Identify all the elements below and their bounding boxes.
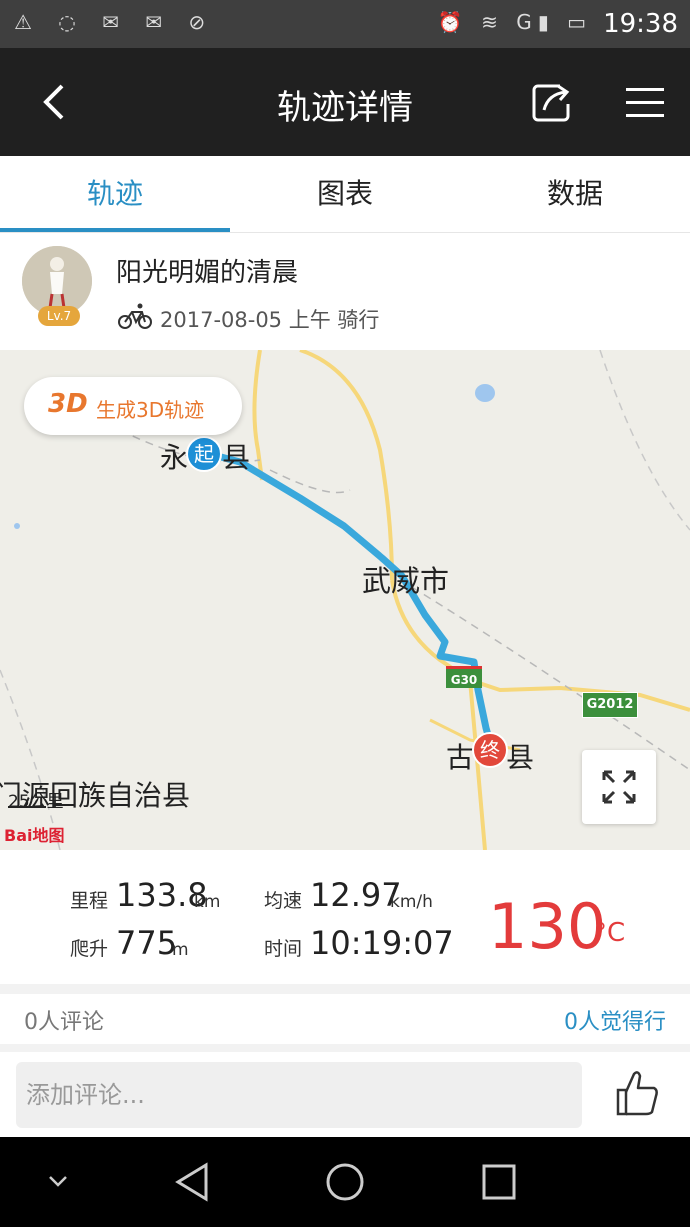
home-nav-button[interactable] xyxy=(320,1157,370,1207)
tab-bar: 轨迹 图表 数据 xyxy=(0,156,690,233)
climb-label: 爬升 xyxy=(70,938,109,960)
tab-chart[interactable]: 图表 xyxy=(230,156,460,232)
generate-3d-label: 生成3D轨迹 xyxy=(96,398,205,422)
speed-unit: km/h xyxy=(390,892,433,912)
distance-label: 里程 xyxy=(70,890,109,912)
system-nav-bar xyxy=(0,1137,690,1227)
tab-data[interactable]: 数据 xyxy=(460,156,690,232)
speed-label: 均速 xyxy=(264,890,303,912)
3d-icon: 3D xyxy=(48,389,88,419)
clock: 19:38 xyxy=(603,9,678,39)
generate-3d-track-button[interactable]: 3D 生成3D轨迹 xyxy=(24,377,242,435)
time-label: 时间 xyxy=(264,938,303,960)
page-title: 轨迹详情 xyxy=(277,88,413,128)
notification-icons: ⚠ ◌ ✉ ✉ ⊘ xyxy=(14,10,216,34)
temperature-unit: °C xyxy=(594,918,626,948)
time-value: 10:19:07 xyxy=(310,924,454,962)
comment-input[interactable]: 添加评论... xyxy=(16,1062,582,1128)
map-scale-label: 25公里 xyxy=(8,792,64,812)
start-marker[interactable]: 起 xyxy=(186,436,222,472)
divider xyxy=(0,984,690,994)
ride-period: 上午 xyxy=(288,308,331,332)
map-scale-bar xyxy=(8,806,46,808)
label-start-city: 永 xyxy=(160,441,189,474)
comment-count[interactable]: 0人评论 xyxy=(24,1004,104,1036)
ride-activity: 骑行 xyxy=(337,308,380,332)
end-marker[interactable]: 终 xyxy=(472,732,508,768)
level-badge: Lv.7 xyxy=(38,306,80,326)
speed-value: 12.97 xyxy=(310,876,402,914)
bicycle-icon xyxy=(118,303,152,329)
tab-indicator xyxy=(0,228,230,232)
climb-unit: m xyxy=(172,940,189,960)
expand-icon xyxy=(602,770,636,804)
recents-nav-button[interactable] xyxy=(474,1157,524,1207)
ride-date: 2017-08-05 xyxy=(160,308,283,332)
label-city: 武威市 xyxy=(362,564,450,598)
label-start-suffix: 县 xyxy=(222,441,251,474)
like-count[interactable]: 0人觉得行 xyxy=(564,1004,666,1036)
menu-icon[interactable] xyxy=(626,86,664,120)
road-sign-g2012: G2012 xyxy=(582,692,638,718)
road-sign-g30: G30 xyxy=(446,666,482,688)
climb-value: 775 xyxy=(116,924,178,962)
temperature-value: 130 xyxy=(488,890,607,963)
baidu-map-logo: Bai地图 xyxy=(4,826,65,845)
label-end-city: 古 xyxy=(446,741,475,774)
distance-unit: km xyxy=(194,892,221,912)
signal-icons: ⏰ ≋ G▮ ▭ xyxy=(437,10,592,34)
fullscreen-button[interactable] xyxy=(582,750,656,824)
status-bar: ⚠ ◌ ✉ ✉ ⊘ ⏰ ≋ G▮ ▭ 19:38 xyxy=(0,0,690,48)
hide-nav-button[interactable] xyxy=(40,1157,80,1207)
thumbs-up-icon[interactable] xyxy=(614,1068,660,1118)
username[interactable]: 阳光明媚的清晨 xyxy=(116,252,298,289)
back-nav-button[interactable] xyxy=(168,1157,218,1207)
network-type: G xyxy=(516,10,538,34)
label-end-suffix: 县 xyxy=(506,741,535,774)
divider xyxy=(0,1044,690,1052)
share-icon[interactable] xyxy=(530,82,572,124)
ride-meta: 2017-08-05 上午 骑行 xyxy=(160,304,379,334)
nav-bar: 轨迹详情 xyxy=(0,48,690,156)
tab-track[interactable]: 轨迹 xyxy=(0,156,230,232)
